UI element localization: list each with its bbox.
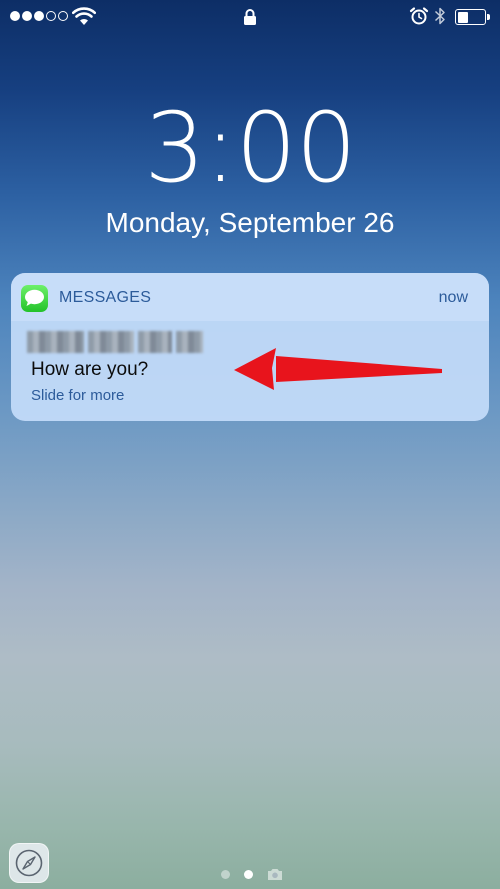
signal-dot <box>10 11 20 21</box>
signal-dot <box>22 11 32 21</box>
lock-screen-date: Monday, September 26 <box>105 207 395 238</box>
page-indicator <box>221 868 283 881</box>
signal-dot <box>46 11 56 21</box>
messages-icon <box>21 285 48 312</box>
signal-dot <box>34 11 44 21</box>
notification-header: MESSAGES now <box>11 273 489 321</box>
notification-app-name: MESSAGES <box>59 289 152 306</box>
battery-level-fill <box>457 11 468 23</box>
page-dot-active <box>244 870 253 879</box>
wifi-icon <box>72 7 96 25</box>
battery-icon <box>455 9 491 25</box>
signal-dot <box>58 11 68 21</box>
bluetooth-icon <box>434 7 445 25</box>
page-dot <box>221 870 230 879</box>
slide-for-more-hint: Slide for more <box>31 387 125 404</box>
blurred-sender-name <box>27 331 203 353</box>
status-bar <box>0 0 500 34</box>
notification-message: How are you? <box>31 359 149 380</box>
battery-tip <box>487 14 490 20</box>
lock-screen-time: 3:00 <box>144 92 357 204</box>
notification-time: now <box>438 289 468 306</box>
camera-icon[interactable] <box>267 868 283 881</box>
lock-icon <box>244 9 256 25</box>
annotation-arrow <box>234 348 442 390</box>
alarm-icon <box>409 7 429 25</box>
cellular-signal-indicator <box>10 11 68 21</box>
safari-icon[interactable] <box>9 843 49 883</box>
